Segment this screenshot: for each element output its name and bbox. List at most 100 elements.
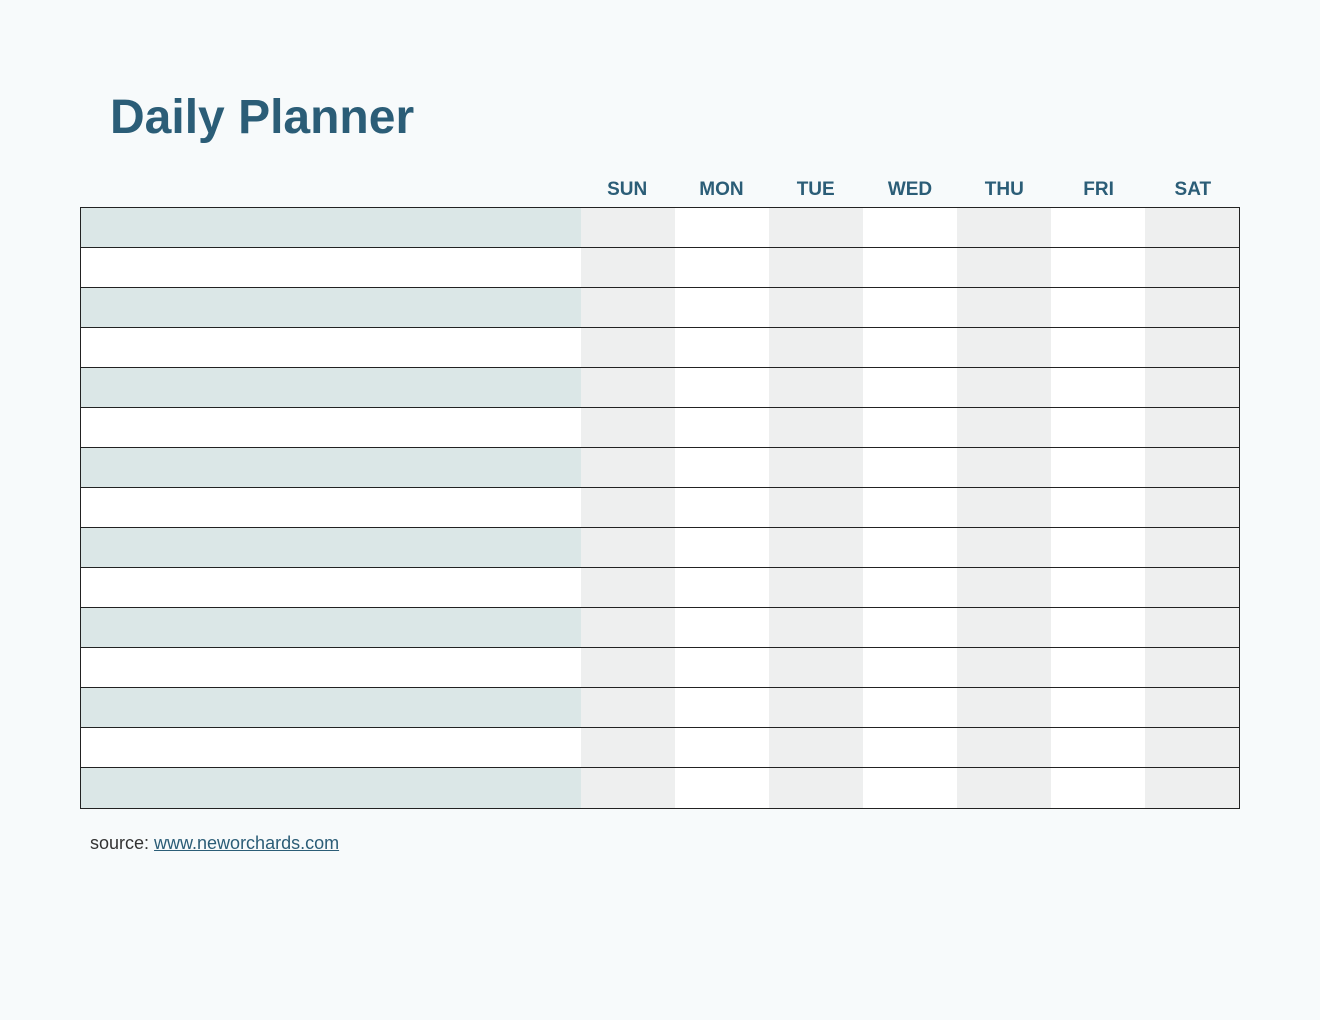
day-cell[interactable] [863, 208, 957, 247]
day-cell[interactable] [1145, 368, 1239, 407]
day-cell[interactable] [769, 328, 863, 367]
day-cell[interactable] [863, 608, 957, 647]
day-cell[interactable] [1051, 408, 1145, 447]
day-cell[interactable] [1051, 688, 1145, 727]
day-cell[interactable] [1051, 448, 1145, 487]
day-cell[interactable] [1145, 728, 1239, 767]
task-cell[interactable] [81, 528, 581, 567]
day-cell[interactable] [675, 328, 769, 367]
day-cell[interactable] [581, 368, 675, 407]
day-cell[interactable] [769, 288, 863, 327]
task-cell[interactable] [81, 568, 581, 607]
day-cell[interactable] [1145, 288, 1239, 327]
day-cell[interactable] [957, 688, 1051, 727]
day-cell[interactable] [581, 488, 675, 527]
day-cell[interactable] [1145, 448, 1239, 487]
day-cell[interactable] [769, 448, 863, 487]
day-cell[interactable] [957, 528, 1051, 567]
day-cell[interactable] [957, 448, 1051, 487]
day-cell[interactable] [1145, 648, 1239, 687]
day-cell[interactable] [957, 288, 1051, 327]
day-cell[interactable] [769, 248, 863, 287]
day-cell[interactable] [863, 448, 957, 487]
day-cell[interactable] [1051, 608, 1145, 647]
day-cell[interactable] [581, 328, 675, 367]
day-cell[interactable] [1051, 648, 1145, 687]
day-cell[interactable] [581, 408, 675, 447]
day-cell[interactable] [675, 568, 769, 607]
source-link[interactable]: www.neworchards.com [154, 833, 339, 853]
day-cell[interactable] [675, 208, 769, 247]
day-cell[interactable] [1051, 248, 1145, 287]
day-cell[interactable] [769, 528, 863, 567]
task-cell[interactable] [81, 608, 581, 647]
day-cell[interactable] [675, 688, 769, 727]
task-cell[interactable] [81, 328, 581, 367]
day-cell[interactable] [863, 528, 957, 567]
task-cell[interactable] [81, 368, 581, 407]
day-cell[interactable] [675, 768, 769, 808]
day-cell[interactable] [863, 408, 957, 447]
day-cell[interactable] [957, 248, 1051, 287]
day-cell[interactable] [769, 608, 863, 647]
day-cell[interactable] [1145, 568, 1239, 607]
day-cell[interactable] [1051, 528, 1145, 567]
day-cell[interactable] [1145, 608, 1239, 647]
day-cell[interactable] [863, 568, 957, 607]
day-cell[interactable] [863, 368, 957, 407]
day-cell[interactable] [957, 408, 1051, 447]
task-cell[interactable] [81, 408, 581, 447]
day-cell[interactable] [863, 768, 957, 808]
day-cell[interactable] [1145, 408, 1239, 447]
day-cell[interactable] [957, 768, 1051, 808]
day-cell[interactable] [675, 728, 769, 767]
day-cell[interactable] [957, 208, 1051, 247]
task-cell[interactable] [81, 688, 581, 727]
day-cell[interactable] [1051, 568, 1145, 607]
task-cell[interactable] [81, 728, 581, 767]
day-cell[interactable] [581, 288, 675, 327]
day-cell[interactable] [675, 488, 769, 527]
day-cell[interactable] [675, 528, 769, 567]
day-cell[interactable] [675, 408, 769, 447]
day-cell[interactable] [957, 648, 1051, 687]
day-cell[interactable] [581, 248, 675, 287]
day-cell[interactable] [581, 608, 675, 647]
day-cell[interactable] [957, 568, 1051, 607]
day-cell[interactable] [957, 368, 1051, 407]
day-cell[interactable] [957, 328, 1051, 367]
day-cell[interactable] [769, 368, 863, 407]
day-cell[interactable] [1145, 328, 1239, 367]
day-cell[interactable] [769, 768, 863, 808]
day-cell[interactable] [581, 528, 675, 567]
day-cell[interactable] [581, 648, 675, 687]
day-cell[interactable] [957, 608, 1051, 647]
day-cell[interactable] [769, 488, 863, 527]
day-cell[interactable] [675, 448, 769, 487]
day-cell[interactable] [769, 728, 863, 767]
day-cell[interactable] [1051, 328, 1145, 367]
day-cell[interactable] [1051, 768, 1145, 808]
day-cell[interactable] [675, 248, 769, 287]
day-cell[interactable] [1051, 288, 1145, 327]
day-cell[interactable] [1145, 488, 1239, 527]
task-cell[interactable] [81, 768, 581, 808]
day-cell[interactable] [1051, 368, 1145, 407]
task-cell[interactable] [81, 248, 581, 287]
day-cell[interactable] [1051, 488, 1145, 527]
task-cell[interactable] [81, 648, 581, 687]
day-cell[interactable] [1145, 688, 1239, 727]
day-cell[interactable] [581, 208, 675, 247]
day-cell[interactable] [581, 568, 675, 607]
day-cell[interactable] [1145, 768, 1239, 808]
day-cell[interactable] [675, 648, 769, 687]
day-cell[interactable] [675, 368, 769, 407]
task-cell[interactable] [81, 208, 581, 247]
day-cell[interactable] [957, 488, 1051, 527]
day-cell[interactable] [769, 688, 863, 727]
task-cell[interactable] [81, 488, 581, 527]
day-cell[interactable] [863, 488, 957, 527]
day-cell[interactable] [581, 448, 675, 487]
day-cell[interactable] [675, 608, 769, 647]
day-cell[interactable] [863, 648, 957, 687]
